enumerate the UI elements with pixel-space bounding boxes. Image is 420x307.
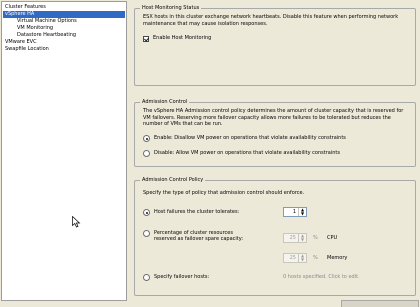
enable-host-monitoring-row[interactable]: Enable Host Monitoring xyxy=(143,35,211,42)
memory-percent-spinner[interactable]: 25 ▲ ▼ xyxy=(283,253,307,263)
spin-down-icon[interactable]: ▼ xyxy=(301,238,304,242)
cpu-percent-value: 25 xyxy=(289,235,296,241)
cpu-percent-spinner[interactable]: 25 ▲ ▼ xyxy=(283,233,307,243)
section-title-admission-policy: Admission Control Policy xyxy=(140,177,206,184)
admission-disable-row[interactable]: Disable: Allow VM power on operations th… xyxy=(143,150,340,157)
tree-item-vm-monitoring[interactable]: VM Monitoring xyxy=(3,25,125,32)
dialog-button-partial[interactable] xyxy=(341,300,419,307)
admission-enable-radio[interactable] xyxy=(143,135,150,142)
host-failures-row[interactable]: Host failures the cluster tolerates: xyxy=(143,209,239,216)
tree-item-virtual-machine-options[interactable]: Virtual Machine Options xyxy=(3,18,125,25)
tree-item-swapfile-location[interactable]: Swapfile Location xyxy=(3,46,125,53)
admission-disable-radio[interactable] xyxy=(143,150,150,157)
failover-hosts-row[interactable]: Specify failover hosts: xyxy=(143,274,209,281)
tree-item-vmware-evc[interactable]: VMware EVC xyxy=(3,39,125,46)
cpu-percent-stepper[interactable]: ▲ ▼ xyxy=(298,234,306,242)
section-title-host-monitoring: Host Monitoring Status xyxy=(140,5,202,12)
admission-enable-row[interactable]: Enable: Disallow VM power on operations … xyxy=(143,135,346,142)
host-failures-value: 1 xyxy=(292,209,296,215)
memory-percent-value: 25 xyxy=(289,255,296,261)
admission-policy-section: Admission Control Policy Specify the typ… xyxy=(134,177,416,296)
enable-host-monitoring-checkbox[interactable] xyxy=(143,35,149,42)
memory-percent-stepper[interactable]: ▲ ▼ xyxy=(298,254,306,262)
tree-item-datastore-heartbeating[interactable]: Datastore Heartbeating xyxy=(3,32,125,39)
memory-label: Memory xyxy=(327,255,348,261)
percentage-radio[interactable] xyxy=(143,230,150,237)
percentage-label-2: reserved as failover spare capacity: xyxy=(154,236,244,242)
settings-tree[interactable]: Cluster Features vSphere HA Virtual Mach… xyxy=(1,1,127,301)
tree-item-cluster-features[interactable]: Cluster Features xyxy=(3,4,125,11)
section-title-admission-control: Admission Control xyxy=(140,99,190,106)
host-failures-label: Host failures the cluster tolerates: xyxy=(154,209,240,215)
host-monitoring-description: ESX hosts in this cluster exchange netwo… xyxy=(143,14,399,27)
cpu-percent-unit: % xyxy=(313,235,318,241)
mouse-cursor-icon xyxy=(72,216,81,228)
host-failures-spinner[interactable]: 1 ▲ ▼ xyxy=(283,207,307,217)
admission-control-section: Admission Control The vSphere HA Admissi… xyxy=(134,99,416,167)
failover-hosts-label: Specify failover hosts: xyxy=(154,274,210,280)
admission-disable-label: Disable: Allow VM power on operations th… xyxy=(154,150,340,156)
spin-down-icon[interactable]: ▼ xyxy=(301,212,304,216)
spin-down-icon[interactable]: ▼ xyxy=(301,258,304,262)
host-failures-stepper[interactable]: ▲ ▼ xyxy=(298,208,306,216)
admission-policy-description: Specify the type of policy that admissio… xyxy=(143,190,305,196)
host-failures-radio[interactable] xyxy=(143,209,150,216)
host-monitoring-section: Host Monitoring Status ESX hosts in this… xyxy=(134,5,416,86)
failover-hosts-radio[interactable] xyxy=(143,274,150,281)
admission-control-description: The vSphere HA Admission control policy … xyxy=(143,108,404,127)
failover-hosts-status-link[interactable]: 0 hosts specified. Click to edit. xyxy=(283,274,360,281)
admission-enable-label: Enable: Disallow VM power on operations … xyxy=(154,135,346,141)
memory-percent-unit: % xyxy=(313,255,318,261)
enable-host-monitoring-label: Enable Host Monitoring xyxy=(153,35,212,41)
tree-item-vsphere-ha[interactable]: vSphere HA xyxy=(3,11,125,18)
cpu-label: CPU xyxy=(327,235,338,241)
